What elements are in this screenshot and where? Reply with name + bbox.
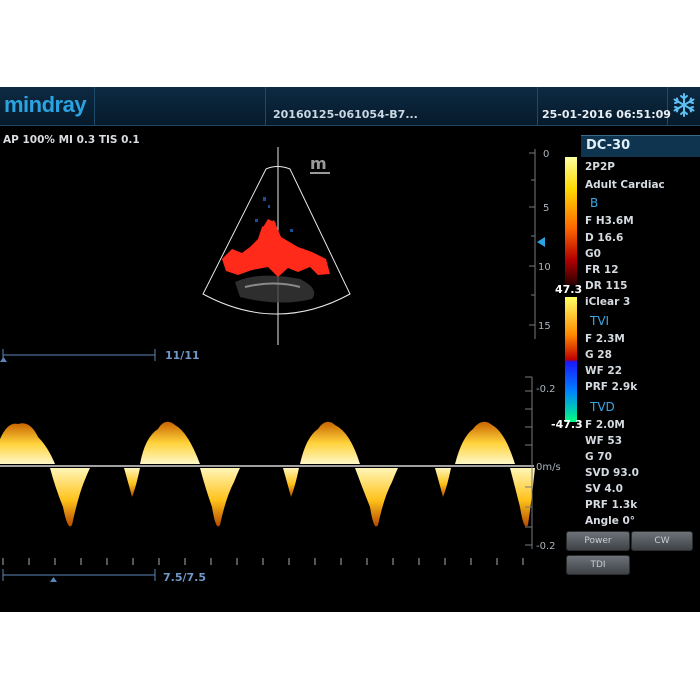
b-mode-title: B	[590, 196, 599, 210]
tvi-title: TVI	[590, 314, 610, 328]
exam-type: Adult Cardiac	[585, 179, 665, 191]
power-button[interactable]: Power	[566, 531, 630, 551]
tvi-param: F 2.3M	[585, 333, 625, 345]
color-scale-min: -47.3	[551, 418, 583, 431]
tvd-param: SVD 93.0	[585, 467, 639, 479]
time-axis	[2, 558, 524, 565]
color-velocity-bar	[565, 297, 577, 422]
b-param: F H3.6M	[585, 215, 634, 227]
tdi-button[interactable]: TDI	[566, 555, 630, 575]
tvd-param: G 70	[585, 451, 612, 463]
gray-map-bar	[565, 157, 577, 285]
tvi-param: G 28	[585, 349, 612, 361]
b-param: FR 12	[585, 264, 619, 276]
tvd-param: WF 53	[585, 435, 623, 447]
b-param: DR 115	[585, 280, 628, 292]
velocity-scale: -0.2 0m/s -0.2	[525, 376, 561, 552]
b-param: D 16.6	[585, 232, 624, 244]
svg-text:5: 5	[543, 203, 549, 214]
doppler-frame-counter: 7.5/7.5	[163, 571, 206, 584]
focus-marker-icon	[537, 237, 545, 247]
b-param: iClear 3	[585, 296, 631, 308]
probe-name: 2P2P	[585, 161, 616, 173]
svg-text:0: 0	[543, 149, 549, 160]
tvd-param: Angle 0°	[585, 515, 636, 527]
bmode-frame-counter: 11/11	[165, 349, 200, 362]
svg-text:-0.2: -0.2	[536, 384, 556, 395]
svg-text:0m/s: 0m/s	[536, 462, 561, 473]
tvd-param: PRF 1.3k	[585, 499, 638, 511]
preset-name: DC-30	[586, 138, 631, 153]
probe-marker: m	[310, 154, 327, 173]
b-param: G0	[585, 248, 601, 260]
svg-text:15: 15	[538, 321, 551, 332]
tvd-param: SV 4.0	[585, 483, 623, 495]
color-scale-max: 47.3	[555, 283, 583, 296]
doppler-spectrum	[0, 421, 535, 527]
ultrasound-screen: mindray 20160125-061054-B7... 25-01-2016…	[0, 87, 700, 612]
tvd-param: F 2.0M	[585, 419, 625, 431]
bmode-cine-marker[interactable]	[0, 357, 7, 362]
tvd-title: TVD	[590, 400, 615, 414]
svg-text:-0.2: -0.2	[536, 541, 556, 552]
tvi-param: PRF 2.9k	[585, 381, 638, 393]
depth-scale: 0 5 10 15	[529, 149, 551, 339]
tvi-param: WF 22	[585, 365, 623, 377]
doppler-cine-marker[interactable]	[50, 577, 57, 582]
svg-text:10: 10	[538, 262, 551, 273]
cw-button[interactable]: CW	[631, 531, 693, 551]
preset-header[interactable]: DC-30	[581, 135, 700, 157]
